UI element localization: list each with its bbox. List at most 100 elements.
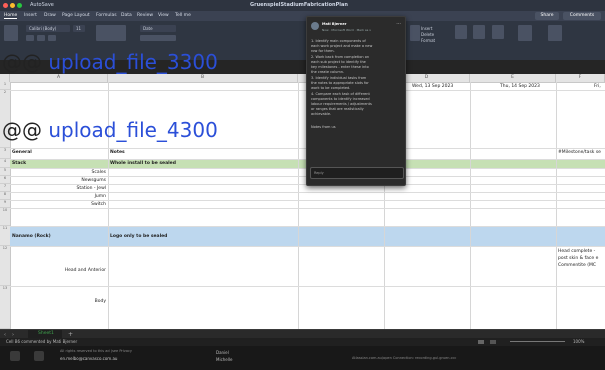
page-layout-view-icon[interactable] [490, 340, 496, 344]
app-icon[interactable] [34, 351, 44, 361]
reply-input[interactable]: Reply [310, 167, 404, 179]
conditional-formatting-icon[interactable] [410, 25, 420, 41]
notes-header-cell[interactable]: Notes [110, 150, 125, 155]
row-number[interactable]: 4 [0, 159, 10, 168]
insert-label[interactable]: Insert [421, 26, 432, 31]
row-number[interactable]: 12 [0, 246, 10, 286]
row-number[interactable]: 10 [0, 208, 10, 226]
upload-link-4300[interactable]: @@ upload_file_4300 [2, 120, 218, 140]
row-number[interactable]: 13 [0, 286, 10, 329]
tab-formulas[interactable]: Formulas [96, 13, 117, 18]
bold-icon[interactable] [26, 35, 34, 41]
comments-button[interactable]: Comments [563, 12, 601, 20]
tab-data[interactable]: Data [121, 13, 132, 18]
comment-line: 1. Identify main components of [311, 39, 366, 43]
stack-item-cell[interactable]: Newsgums [81, 178, 106, 183]
comment-line: the create column. [311, 70, 345, 74]
gridline [10, 286, 605, 287]
underline-icon[interactable] [48, 35, 56, 41]
zoom-level[interactable]: 100% [573, 339, 584, 344]
sensitivity-icon[interactable] [548, 25, 562, 41]
delete-label[interactable]: Delete [421, 32, 434, 37]
minimize-window-icon[interactable] [10, 3, 15, 8]
row-number[interactable]: 11 [0, 226, 10, 246]
gridline [10, 208, 605, 209]
column-e[interactable]: E [470, 74, 556, 82]
column-a[interactable]: A [10, 74, 108, 82]
format-label[interactable]: Format [421, 38, 435, 43]
section2-note-cell[interactable]: Logo only to be sealed [110, 234, 167, 239]
column-b[interactable]: B [108, 74, 298, 82]
row-number[interactable]: 7 [0, 184, 10, 192]
row-number[interactable]: 3 [0, 148, 10, 159]
general-header-cell[interactable]: General [12, 150, 32, 155]
stack-label-cell[interactable]: Stack [12, 161, 26, 166]
row-number[interactable]: 8 [0, 192, 10, 200]
font-name-select[interactable]: Calibri (Body) [26, 25, 70, 32]
stack-item-cell[interactable]: Station - Jewl [76, 186, 106, 191]
row-number[interactable]: 6 [0, 176, 10, 184]
font-size-select[interactable]: 11 [73, 25, 85, 32]
dock-text: Daniel [216, 350, 229, 355]
app-icon[interactable] [10, 351, 20, 361]
tab-draw[interactable]: Draw [44, 13, 56, 18]
tab-page-layout[interactable]: Page Layout [62, 13, 90, 18]
right-note-cell[interactable]: Commentite (MC [558, 263, 596, 268]
zoom-window-icon[interactable] [17, 3, 22, 8]
body-label-cell[interactable]: Body [95, 299, 106, 304]
tab-insert[interactable]: Insert [24, 13, 37, 18]
select-all-corner[interactable] [0, 74, 10, 82]
gridline [10, 192, 605, 193]
comment-line: labour requirements / adjustments [311, 102, 372, 106]
number-format-select[interactable]: Date [140, 25, 176, 32]
tab-review[interactable]: Review [137, 13, 153, 18]
comment-line: components to identify increased [311, 97, 370, 101]
section2-label-cell[interactable]: Nanamo (Rock) [12, 234, 51, 239]
dock-text: Atlassian.com.au/open Connection: record… [352, 356, 457, 360]
right-note-cell[interactable]: Head complete - [558, 249, 595, 254]
date-header-cell[interactable]: Thu, 14 Sep 2023 [500, 84, 540, 89]
analyse-data-icon[interactable] [518, 25, 532, 41]
row-number[interactable]: 1 [0, 82, 10, 90]
comment-popup[interactable]: Mati Bjerner Now · Microsoft Word · Mark… [306, 16, 406, 186]
number-format-icons[interactable] [140, 35, 176, 41]
autosum-icon[interactable] [455, 25, 467, 39]
add-sheet-button[interactable]: + [68, 331, 73, 338]
share-button[interactable]: Share [535, 12, 559, 20]
sort-filter-icon[interactable] [473, 25, 485, 39]
find-select-icon[interactable] [492, 25, 504, 39]
sheet-tab-label: Sheet1 [38, 331, 54, 336]
row-number[interactable]: 5 [0, 168, 10, 176]
dock-text: Michelle [216, 357, 233, 362]
italic-icon[interactable] [37, 35, 45, 41]
dock-text: All rights reserved to this ad (see Priv… [60, 349, 132, 353]
date-header-cell[interactable]: Fri, [594, 84, 601, 89]
link-text[interactable]: upload_file_3300 [48, 50, 217, 74]
dock-text: en.melbo@canvasco.com.au [60, 356, 118, 361]
stack-note-cell[interactable]: Whole install to be sealed [110, 161, 176, 166]
tab-view[interactable]: View [158, 13, 169, 18]
tab-home[interactable]: Home [4, 13, 18, 19]
paste-icon[interactable] [4, 25, 18, 41]
link-text[interactable]: upload_file_4300 [48, 118, 217, 142]
tab-tell-me[interactable]: Tell me [175, 13, 191, 18]
zoom-slider[interactable] [510, 341, 565, 342]
normal-view-icon[interactable] [478, 340, 484, 344]
date-header-cell[interactable]: Wed, 13 Sep 2023 [412, 84, 453, 89]
right-note-cell[interactable]: post skin & face e [558, 256, 598, 261]
row-number[interactable]: 9 [0, 200, 10, 208]
comment-line: 4. Compare each task of different [311, 92, 370, 96]
column-f[interactable]: F [556, 74, 605, 82]
comment-line: each work project and make a new [311, 44, 373, 48]
alignment-icons[interactable] [96, 25, 126, 41]
stack-item-cell[interactable]: Switch [91, 202, 106, 207]
stack-item-cell[interactable]: Jumn [95, 194, 106, 199]
upload-link-3300[interactable]: @@ upload_file_3300 [2, 52, 218, 72]
milestone-note-cell[interactable]: #Milestone/task se [558, 150, 601, 155]
stack-item-cell[interactable]: Scales [92, 170, 106, 175]
autosave-label[interactable]: AutoSave [30, 2, 54, 8]
status-text: Cell B6 commented by Mati Bjerner [6, 339, 78, 344]
head-label-cell[interactable]: Head and Anterior [65, 268, 106, 273]
close-window-icon[interactable] [3, 3, 8, 8]
more-options-icon[interactable]: ··· [396, 21, 401, 27]
